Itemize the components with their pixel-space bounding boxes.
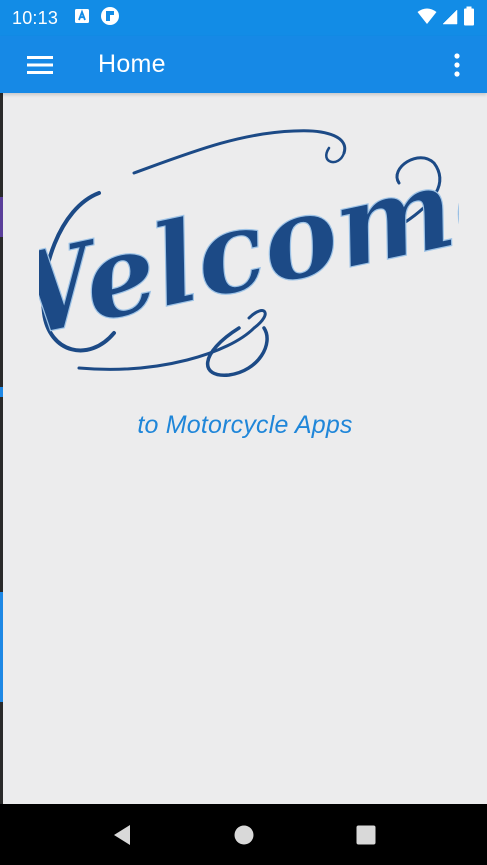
app-bar-title: Home (98, 50, 166, 78)
hamburger-menu-icon (27, 55, 53, 74)
system-navigation-bar (0, 804, 487, 865)
back-icon (114, 824, 130, 845)
more-vert-icon (454, 52, 460, 77)
status-time: 10:13 (12, 7, 59, 28)
signal-icon (441, 7, 459, 30)
overflow-menu-button[interactable] (439, 39, 475, 91)
nav-back-button[interactable] (92, 804, 152, 865)
welcome-calligraphy: Welcome (39, 127, 459, 377)
app-bar: Home (0, 36, 487, 93)
battery-icon (463, 6, 475, 31)
status-bar: 10:13 (0, 0, 487, 36)
welcome-subtitle: to Motorcycle Apps (137, 411, 353, 439)
recents-icon (356, 825, 376, 844)
home-icon (234, 825, 254, 844)
flourish-curl (325, 146, 346, 164)
nav-home-button[interactable] (214, 804, 274, 865)
nav-recents-button[interactable] (336, 804, 396, 865)
wifi-icon (417, 7, 437, 30)
screen: 10:13 Home Welcome to Motorcycle Apps (0, 0, 487, 865)
home-content: Welcome to Motorcycle Apps (3, 93, 487, 803)
autofill-a-icon (74, 8, 90, 29)
welcome-text: Welcome (39, 127, 459, 372)
navigation-menu-button[interactable] (14, 39, 66, 91)
status-system-icons (417, 6, 475, 31)
status-notifications (74, 6, 120, 31)
flourish-top (132, 129, 347, 175)
flipboard-icon (100, 6, 120, 31)
